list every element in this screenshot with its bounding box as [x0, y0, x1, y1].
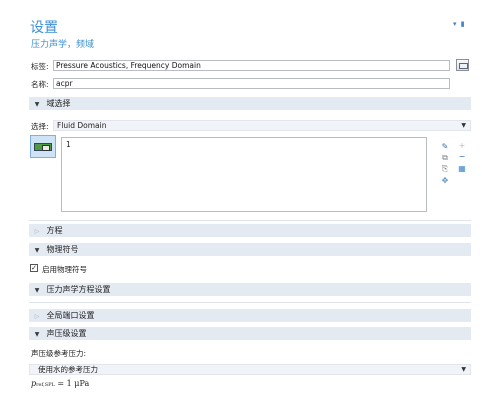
- equation-value: = 1 μPa: [54, 379, 90, 388]
- ref-pressure-dropdown[interactable]: 使用水的参考压力 ▼: [29, 364, 471, 375]
- active-toggle-button[interactable]: [30, 135, 56, 158]
- name-input[interactable]: acpr: [53, 78, 450, 89]
- selection-dropdown[interactable]: Fluid Domain ▼: [53, 120, 471, 131]
- chevron-down-icon: ▼: [461, 366, 466, 373]
- divider: [29, 220, 471, 221]
- move-icon[interactable]: ✥: [440, 176, 450, 185]
- physics-subtitle: 压力声学，频域: [31, 40, 95, 50]
- window-pin-icon[interactable]: ▾ ▮: [453, 20, 466, 28]
- remove-icon[interactable]: −: [457, 152, 467, 161]
- selection-label: 选择:: [31, 122, 49, 131]
- label-field-label: 标签:: [31, 62, 49, 71]
- equation-subscript: ref,SPL: [36, 382, 55, 388]
- expanded-arrow-icon: ▼: [34, 331, 40, 338]
- selection-listbox[interactable]: 1: [61, 137, 427, 212]
- section-acoustics-equation-settings[interactable]: ▼ 压力声学方程设置: [29, 283, 471, 296]
- chevron-down-icon: ▼: [461, 122, 466, 129]
- section-title: 物理符号: [46, 245, 79, 254]
- collapsed-arrow-icon: ▷: [34, 313, 40, 320]
- paste-icon[interactable]: ⎘: [440, 164, 450, 173]
- section-physics-symbols[interactable]: ▼ 物理符号: [29, 243, 471, 256]
- divider: [29, 302, 471, 303]
- ref-pressure-label: 声压级参考压力:: [31, 349, 87, 358]
- selection-value: Fluid Domain: [57, 121, 107, 130]
- enable-symbols-checkbox[interactable]: ✓: [30, 264, 38, 272]
- add-icon[interactable]: +: [457, 141, 467, 150]
- color-icon[interactable]: ▦: [457, 164, 467, 173]
- collapsed-arrow-icon: ▷: [34, 228, 40, 235]
- copy-icon[interactable]: ⧉: [440, 153, 450, 162]
- section-title: 声压级设置: [46, 329, 87, 338]
- settings-title: 设置: [30, 20, 58, 36]
- section-global-port-settings[interactable]: ▷ 全局端口设置: [29, 309, 471, 322]
- section-title: 全局端口设置: [46, 311, 95, 320]
- pick-icon[interactable]: ✎: [440, 142, 450, 151]
- section-title: 压力声学方程设置: [46, 285, 111, 294]
- enable-symbols-label: 启用物理符号: [42, 265, 87, 274]
- expanded-arrow-icon: ▼: [34, 101, 40, 108]
- list-item[interactable]: 1: [66, 140, 71, 149]
- ref-pressure-equation: pref,SPL = 1 μPa: [31, 379, 89, 388]
- ref-pressure-value: 使用水的参考压力: [38, 365, 98, 374]
- section-title: 域选择: [46, 99, 71, 108]
- label-options-button[interactable]: [456, 59, 469, 71]
- expanded-arrow-icon: ▼: [34, 287, 40, 294]
- name-field-label: 名称:: [31, 80, 49, 89]
- label-input[interactable]: Pressure Acoustics, Frequency Domain: [53, 60, 450, 71]
- section-equation[interactable]: ▷ 方程: [29, 224, 471, 237]
- section-domain-selection[interactable]: ▼ 域选择: [29, 97, 471, 110]
- section-title: 方程: [46, 226, 63, 235]
- section-sound-level-settings[interactable]: ▼ 声压级设置: [29, 327, 471, 340]
- domain-toggle-icon: [34, 143, 52, 151]
- expanded-arrow-icon: ▼: [34, 247, 40, 254]
